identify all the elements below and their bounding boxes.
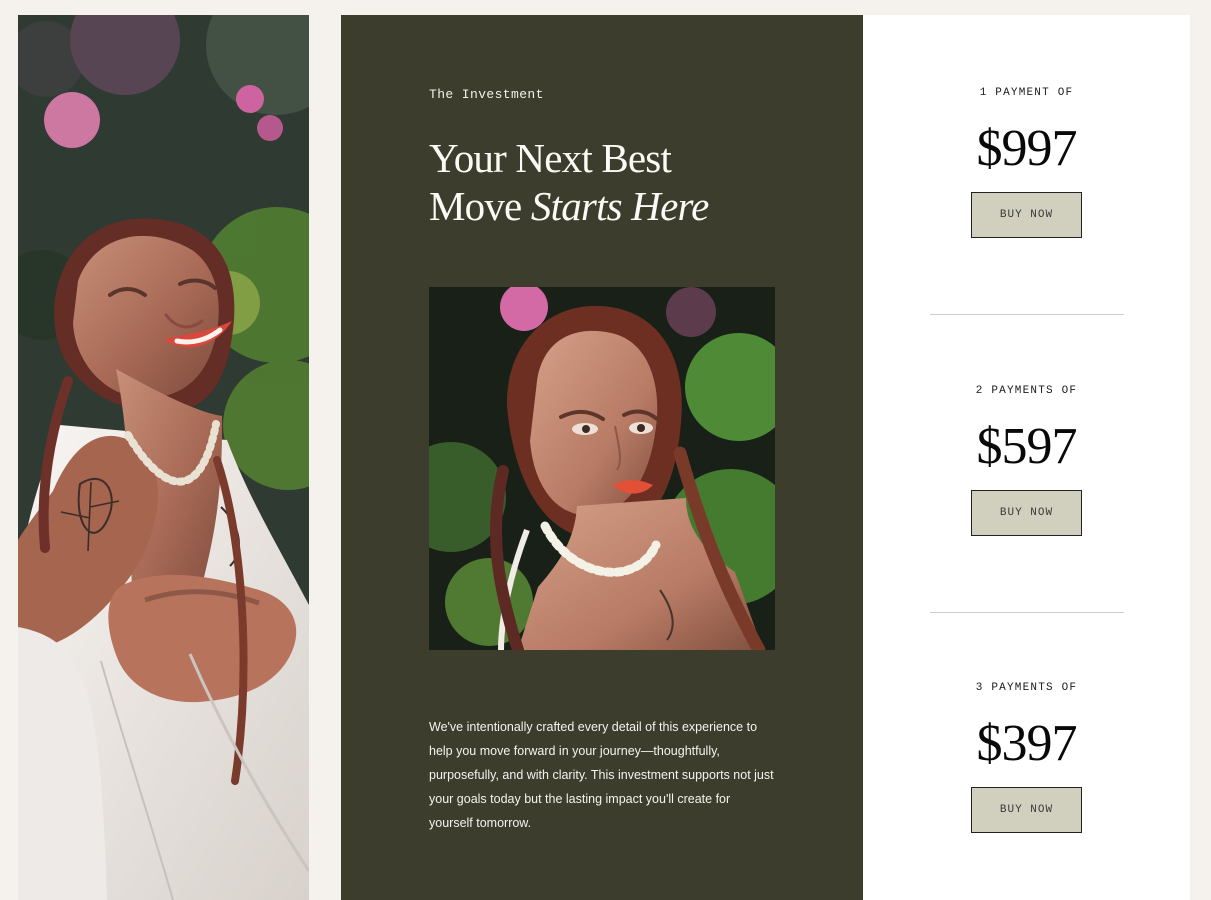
investment-description: We've intentionally crafted every detail… [429, 720, 774, 830]
headline-italic-text: Starts Here [530, 183, 709, 229]
pricing-options-panel: 1 PAYMENT OF $997 BUY NOW 2 PAYMENTS OF … [863, 15, 1190, 900]
headline-line-two: Move Starts Here [429, 182, 759, 230]
investment-content-panel: The Investment Your Next Best Move Start… [341, 15, 863, 900]
buy-now-button-two[interactable]: BUY NOW [971, 490, 1082, 536]
buy-now-button-three[interactable]: BUY NOW [971, 787, 1082, 833]
payment-label: 3 PAYMENTS OF [975, 682, 1078, 694]
pricing-option-one: 1 PAYMENT OF $997 BUY NOW [863, 86, 1190, 238]
pricing-divider [930, 314, 1124, 315]
smiling-woman-portrait-photo [18, 15, 309, 900]
section-eyebrow: The Investment [429, 87, 544, 102]
payment-amount: $597 [976, 418, 1078, 475]
pricing-option-three: 3 PAYMENTS OF $397 BUY NOW [863, 681, 1190, 833]
investment-pricing-page: The Investment Your Next Best Move Start… [0, 0, 1211, 900]
smiling-woman-illustration [18, 15, 309, 900]
payment-amount: $397 [976, 715, 1078, 772]
payment-label: 2 PAYMENTS OF [975, 385, 1078, 397]
buy-now-button-one[interactable]: BUY NOW [971, 192, 1082, 238]
woman-portrait-photo [429, 287, 775, 650]
headline-line-one: Your Next Best [429, 135, 672, 181]
portrait-illustration [429, 287, 775, 650]
payment-label: 1 PAYMENT OF [979, 87, 1074, 99]
payment-amount: $997 [976, 120, 1078, 177]
page-title: Your Next Best Move Starts Here [429, 134, 759, 230]
pricing-option-two: 2 PAYMENTS OF $597 BUY NOW [863, 384, 1190, 536]
headline-plain-text: Move [429, 183, 522, 229]
pricing-divider [930, 612, 1124, 613]
